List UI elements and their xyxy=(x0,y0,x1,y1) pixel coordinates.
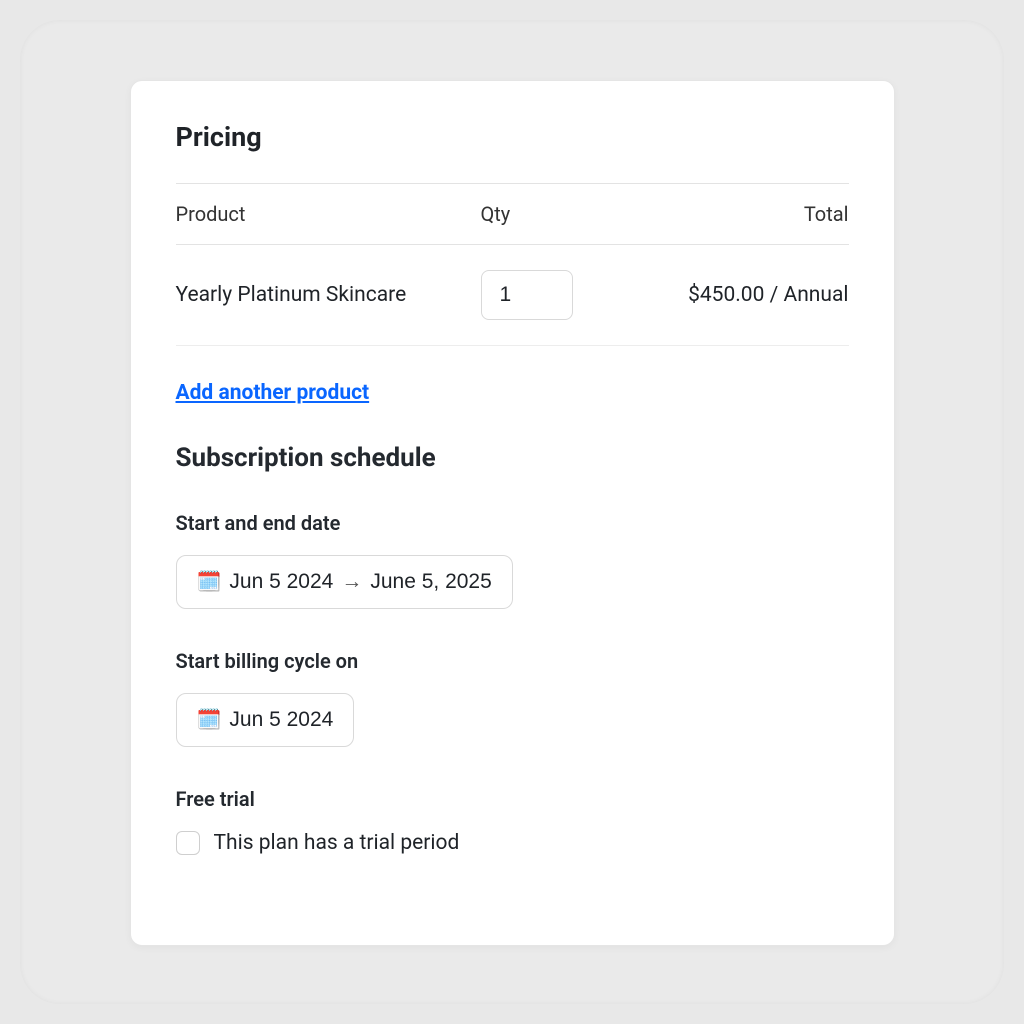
billing-cycle-label: Start billing cycle on xyxy=(176,649,849,673)
column-header-total: Total xyxy=(631,202,849,226)
qty-cell xyxy=(481,270,631,320)
free-trial-checkbox[interactable] xyxy=(176,831,200,855)
pricing-title: Pricing xyxy=(176,121,849,153)
pricing-table-header: Product Qty Total xyxy=(176,183,849,245)
calendar-icon: 🗓️ xyxy=(197,710,222,730)
quantity-input[interactable] xyxy=(481,270,573,320)
page-background: Pricing Product Qty Total Yearly Platinu… xyxy=(20,20,1004,1004)
table-row: Yearly Platinum Skincare $450.00 / Annua… xyxy=(176,245,849,346)
add-another-product-link[interactable]: Add another product xyxy=(176,381,370,405)
billing-date-value: Jun 5 2024 xyxy=(229,708,333,732)
start-end-date-label: Start and end date xyxy=(176,511,849,535)
row-total: $450.00 / Annual xyxy=(631,283,849,307)
product-name: Yearly Platinum Skincare xyxy=(176,283,481,307)
billing-cycle-date-picker[interactable]: 🗓️ Jun 5 2024 xyxy=(176,693,355,747)
column-header-qty: Qty xyxy=(481,202,631,226)
column-header-product: Product xyxy=(176,202,481,226)
free-trial-row: This plan has a trial period xyxy=(176,831,849,855)
end-date-value: June 5, 2025 xyxy=(370,570,491,594)
pricing-card: Pricing Product Qty Total Yearly Platinu… xyxy=(130,80,895,946)
subscription-schedule-title: Subscription schedule xyxy=(176,443,849,473)
calendar-icon: 🗓️ xyxy=(197,572,222,592)
start-date-value: Jun 5 2024 xyxy=(229,570,333,594)
start-end-date-picker[interactable]: 🗓️ Jun 5 2024 → June 5, 2025 xyxy=(176,555,513,609)
free-trial-label: Free trial xyxy=(176,787,849,811)
free-trial-checkbox-label: This plan has a trial period xyxy=(214,831,460,855)
arrow-right-icon: → xyxy=(341,570,362,594)
